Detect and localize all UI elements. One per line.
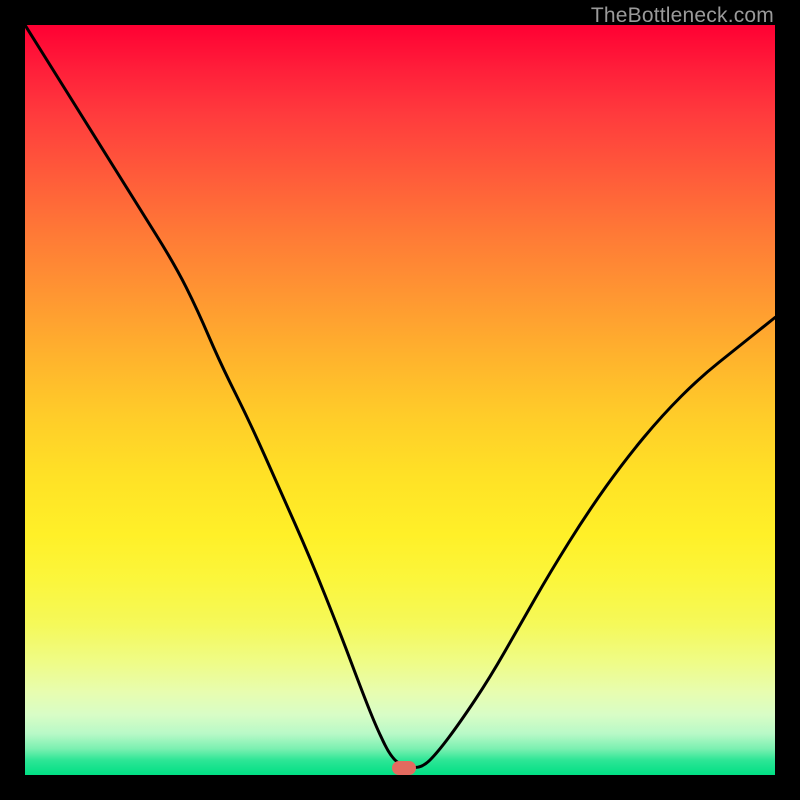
chart-stage: TheBottleneck.com [0, 0, 800, 800]
watermark-label: TheBottleneck.com [591, 4, 774, 28]
curve-layer [25, 25, 775, 775]
plot-area [25, 25, 775, 775]
bottleneck-curve [25, 25, 775, 768]
optimum-marker [392, 761, 416, 775]
